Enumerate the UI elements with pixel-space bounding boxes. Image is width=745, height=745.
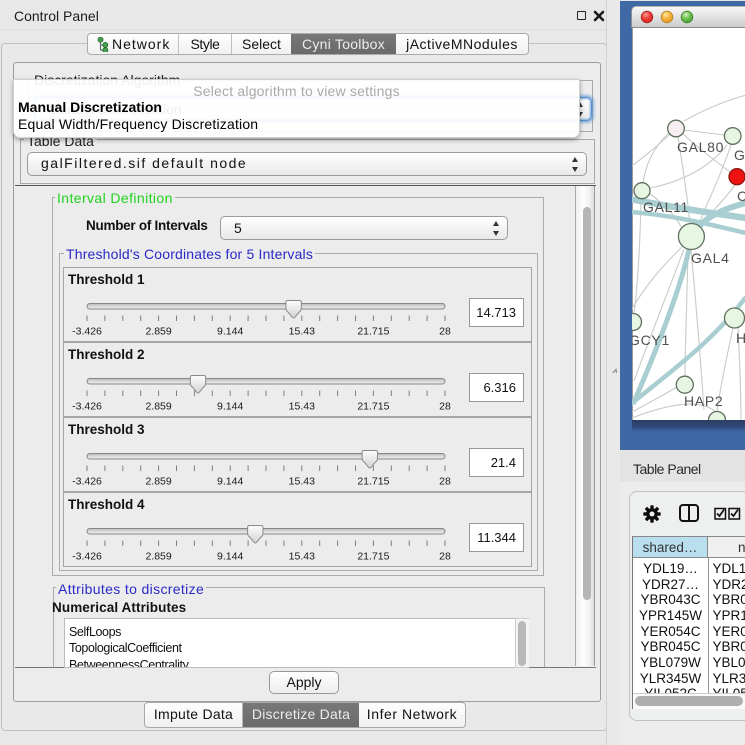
svg-text:C: C bbox=[737, 188, 745, 204]
svg-text:15.43: 15.43 bbox=[289, 326, 315, 338]
svg-text:9.144: 9.144 bbox=[217, 326, 243, 338]
svg-text:GCY1: GCY1 bbox=[632, 332, 670, 348]
svg-text:-3.426: -3.426 bbox=[72, 326, 102, 338]
svg-text:-3.426: -3.426 bbox=[72, 476, 102, 488]
svg-text:2.859: 2.859 bbox=[145, 401, 171, 413]
svg-text:2.859: 2.859 bbox=[145, 326, 171, 338]
svg-text:GAL4: GAL4 bbox=[691, 250, 730, 266]
svg-text:GAL11: GAL11 bbox=[643, 199, 689, 215]
svg-text:2.859: 2.859 bbox=[145, 476, 171, 488]
svg-text:9.144: 9.144 bbox=[217, 551, 243, 563]
svg-text:21.715: 21.715 bbox=[357, 401, 389, 413]
svg-text:9.144: 9.144 bbox=[217, 476, 243, 488]
svg-text:21.715: 21.715 bbox=[357, 326, 389, 338]
svg-text:15.43: 15.43 bbox=[289, 401, 315, 413]
svg-text:GAL80: GAL80 bbox=[677, 139, 724, 155]
svg-text:HAP2: HAP2 bbox=[684, 393, 723, 409]
svg-text:-3.426: -3.426 bbox=[72, 401, 102, 413]
svg-text:15.43: 15.43 bbox=[289, 476, 315, 488]
svg-text:28: 28 bbox=[439, 326, 451, 338]
svg-text:21.715: 21.715 bbox=[357, 476, 389, 488]
svg-text:21.715: 21.715 bbox=[357, 551, 389, 563]
svg-text:15.43: 15.43 bbox=[289, 551, 315, 563]
svg-text:9.144: 9.144 bbox=[217, 401, 243, 413]
svg-text:28: 28 bbox=[439, 401, 451, 413]
svg-text:GA: GA bbox=[734, 147, 745, 163]
svg-text:2.859: 2.859 bbox=[145, 551, 171, 563]
svg-text:-3.426: -3.426 bbox=[72, 551, 102, 563]
svg-text:H: H bbox=[736, 330, 745, 346]
svg-text:28: 28 bbox=[439, 476, 451, 488]
svg-text:28: 28 bbox=[439, 551, 451, 563]
